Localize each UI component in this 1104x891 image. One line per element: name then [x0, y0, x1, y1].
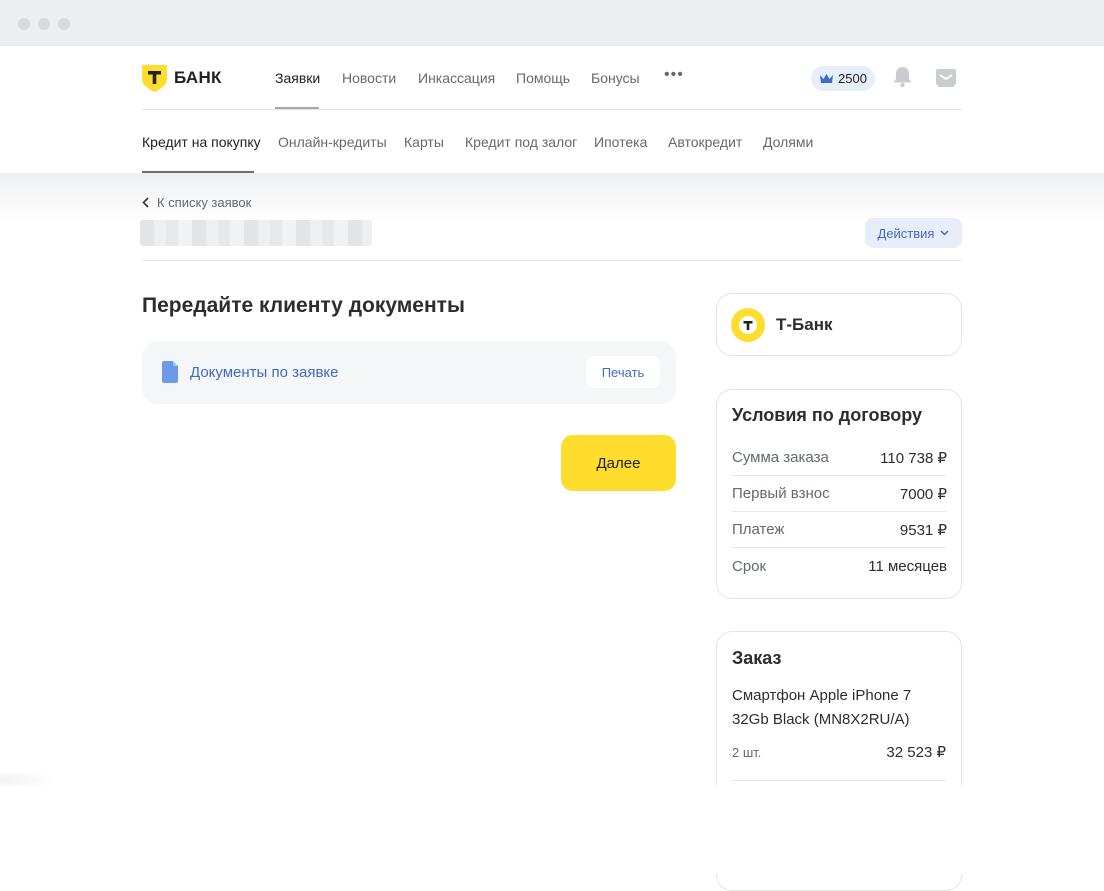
chevron-left-icon — [142, 197, 149, 208]
bank-logo-letter — [739, 316, 757, 334]
points-badge[interactable]: 2500 — [811, 66, 875, 91]
back-to-applications-link[interactable]: К списку заявок — [142, 195, 251, 210]
print-button[interactable]: Печать — [586, 356, 660, 388]
more-menu-icon[interactable]: ••• — [664, 66, 684, 84]
window-maximize-dot[interactable] — [58, 18, 70, 30]
term-label-payment: Платеж — [732, 521, 785, 538]
bell-icon[interactable] — [892, 66, 913, 88]
order-quantity: 2 шт. — [732, 745, 762, 760]
blurred-application-title — [140, 220, 372, 246]
actions-label: Действия — [877, 225, 935, 241]
subnav-item-installments[interactable]: Долями — [763, 134, 813, 150]
subnav-item-secured-credit[interactable]: Кредит под залог — [465, 134, 577, 150]
terms-row: Срок 11 месяцев — [732, 548, 947, 584]
subnav-item-car-loan[interactable]: Автокредит — [668, 134, 742, 150]
subnav-item-cards[interactable]: Карты — [404, 134, 444, 150]
terms-title: Условия по договору — [732, 405, 923, 425]
bank-logo-icon — [731, 308, 765, 342]
term-value-order-sum: 110 738 ₽ — [880, 449, 947, 467]
order-price: 32 523 ₽ — [886, 744, 946, 761]
next-button[interactable]: Далее — [561, 435, 676, 491]
term-label-duration: Срок — [732, 557, 767, 575]
bank-name: Т-Банк — [776, 315, 833, 334]
order-title: Заказ — [732, 648, 782, 668]
term-value-down-payment: 7000 ₽ — [899, 485, 947, 503]
bank-card: Т-Банк — [716, 293, 962, 356]
documents-link[interactable]: Документы по заявке — [190, 364, 339, 381]
term-label-order-sum: Сумма заказа — [732, 449, 829, 466]
window-close-dot[interactable] — [18, 18, 30, 30]
documents-card: Документы по заявке Печать — [142, 341, 676, 404]
window-titlebar — [0, 0, 1104, 46]
topnav-item-news[interactable]: Новости — [342, 70, 396, 86]
term-label-down-payment: Первый взнос — [732, 485, 830, 502]
topnav-item-bonuses[interactable]: Бонусы — [591, 70, 640, 86]
subnav-item-purchase-credit[interactable]: Кредит на покупку — [142, 134, 261, 150]
chevron-down-icon — [940, 230, 950, 236]
back-link-label: К списку заявок — [157, 195, 252, 210]
window-minimize-dot[interactable] — [38, 18, 50, 30]
product-navigation: Кредит на покупку Онлайн-кредиты Карты К… — [142, 110, 962, 174]
points-value: 2500 — [838, 71, 867, 86]
document-icon — [162, 361, 178, 383]
subnav-item-mortgage[interactable]: Ипотека — [594, 134, 647, 150]
term-value-payment: 9531 ₽ — [899, 521, 947, 539]
terms-row: Сумма заказа 110 738 ₽ — [732, 440, 947, 476]
order-divider — [732, 780, 947, 781]
topnav-item-applications[interactable]: Заявки — [275, 70, 320, 86]
term-value-duration: 11 месяцев — [868, 557, 947, 575]
order-product-name: Смартфон Apple iPhone 7 32Gb Black (MN8X… — [732, 687, 912, 728]
terms-row: Первый взнос 7000 ₽ — [732, 476, 947, 512]
top-navigation: БАНК Заявки Новости Инкассация Помощь Бо… — [142, 46, 962, 110]
crown-icon — [820, 74, 834, 83]
brand-name: БАНК — [174, 68, 222, 87]
terms-row: Платеж 9531 ₽ — [732, 512, 947, 548]
active-tab-indicator — [275, 107, 319, 109]
contract-terms-card: Условия по договору Сумма заказа 110 738… — [716, 389, 962, 599]
header-divider — [142, 260, 962, 261]
page-title: Передайте клиенту документы — [142, 294, 465, 317]
topnav-item-collection[interactable]: Инкассация — [418, 70, 495, 86]
brand-logo[interactable]: БАНК — [142, 64, 222, 92]
bottom-blank-area — [0, 786, 1104, 874]
inbox-icon[interactable] — [935, 68, 957, 88]
shield-logo-icon — [142, 64, 167, 92]
actions-dropdown-button[interactable]: Действия — [865, 218, 962, 248]
subnav-item-online-credits[interactable]: Онлайн-кредиты — [278, 134, 387, 150]
topnav-item-help[interactable]: Помощь — [516, 70, 570, 86]
